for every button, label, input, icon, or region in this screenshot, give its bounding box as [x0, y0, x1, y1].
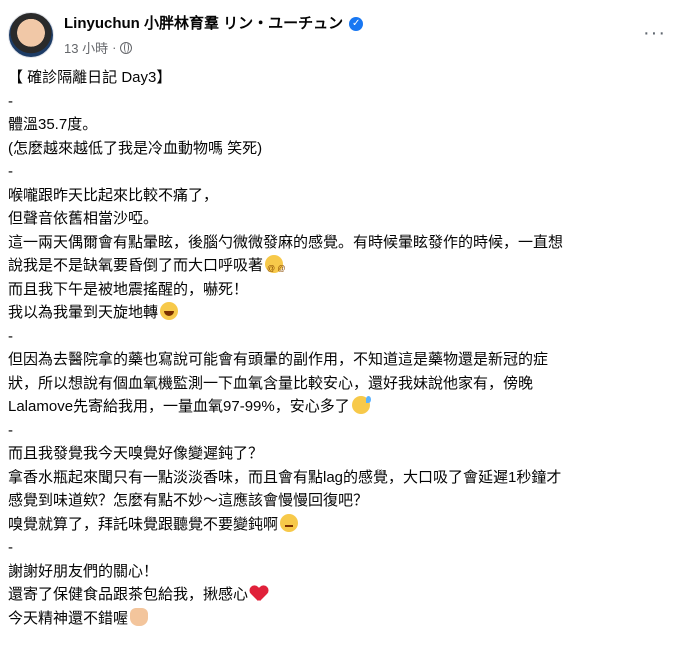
post-time[interactable]: 13 小時 — [64, 38, 108, 57]
post-line: 喉嚨跟昨天比起來比較不痛了， — [8, 186, 219, 204]
post-line: - — [8, 327, 13, 345]
post-line: - — [8, 92, 13, 110]
avatar[interactable] — [8, 12, 54, 58]
red-heart-emoji-icon — [250, 584, 268, 602]
author-name[interactable]: Linyuchun 小胖林育羣 リン・ユーチュン — [64, 14, 343, 34]
more-options-button[interactable]: ··· — [643, 22, 666, 45]
laughing-face-emoji-icon — [160, 302, 179, 320]
sad-sweat-emoji-icon — [280, 513, 299, 532]
facebook-post: Linyuchun 小胖林育羣 リン・ユーチュン ✓ 13 小時 · ··· 【… — [0, 0, 690, 645]
post-line: 【 確診隔離日記 Day3】 — [8, 69, 172, 86]
post-line: Lalamove先寄給我用，一量血氧97-99%，安心多了 — [8, 395, 682, 419]
sweat-smile-emoji-icon — [351, 396, 371, 414]
post-line: 謝謝好朋友們的關心！ — [8, 562, 159, 580]
author-row: Linyuchun 小胖林育羣 リン・ユーチュン ✓ — [64, 14, 364, 34]
post-line: 我以為我暈到天旋地轉 — [8, 301, 682, 325]
post-line: 感覺到味道欸？怎麼有點不妙～這應該會慢慢回復吧？ — [8, 492, 369, 509]
post-line: 狀，所以想說有個血氧機監測一下血氧含量比較安心，還好我妹說他家有，傍晚 — [8, 374, 534, 392]
victory-hand-emoji-icon — [130, 607, 149, 626]
post-line: 今天精神還不錯喔 — [8, 607, 682, 631]
post-line: 嗅覺就算了，拜託味覺跟聽覺不要變鈍啊 — [8, 513, 682, 537]
post-line: 而且我發覺我今天嗅覺好像變遲鈍了？ — [8, 445, 264, 462]
post-line: 但因為去醫院拿的藥也寫說可能會有頭暈的副作用，不知道這是藥物還是新冠的症 — [8, 351, 549, 368]
post-line: 還寄了保健食品跟茶包給我，揪感心 — [8, 583, 682, 607]
post-line: (怎麼越來越低了我是冷血動物嗎 笑死) — [8, 139, 263, 157]
post-line: - — [8, 163, 13, 180]
post-line: - — [8, 421, 13, 439]
post-line: 這一兩天偶爾會有點暈眩，後腦勺微微發麻的感覺。有時候暈眩發作的時候，一直想 — [8, 233, 564, 251]
post-header: Linyuchun 小胖林育羣 リン・ユーチュン ✓ 13 小時 · ··· — [8, 8, 682, 60]
dizzy-face-emoji-icon — [265, 255, 285, 281]
post-line: - — [8, 539, 13, 556]
post-line: 但聲音依舊相當沙啞。 — [8, 210, 159, 227]
verified-badge-icon: ✓ — [349, 17, 364, 31]
post-line: 說我是不是缺氧要昏倒了而大口呼吸著 — [8, 254, 682, 281]
post-line: 拿香水瓶起來聞只有一點淡淡香味，而且會有點lag的感覺，大口吸了會延遲1秒鐘才 — [8, 468, 562, 486]
post-line: 體溫35.7度。 — [8, 116, 98, 133]
post-line: 而且我下午是被地震搖醒的，嚇死！ — [8, 280, 249, 298]
meta-separator: · — [112, 40, 117, 55]
post-body: 【 確診隔離日記 Day3】 - 體溫35.7度。 (怎麼越來越低了我是冷血動物… — [8, 66, 682, 630]
public-globe-icon — [120, 41, 133, 54]
post-meta: 13 小時 · — [64, 38, 133, 57]
